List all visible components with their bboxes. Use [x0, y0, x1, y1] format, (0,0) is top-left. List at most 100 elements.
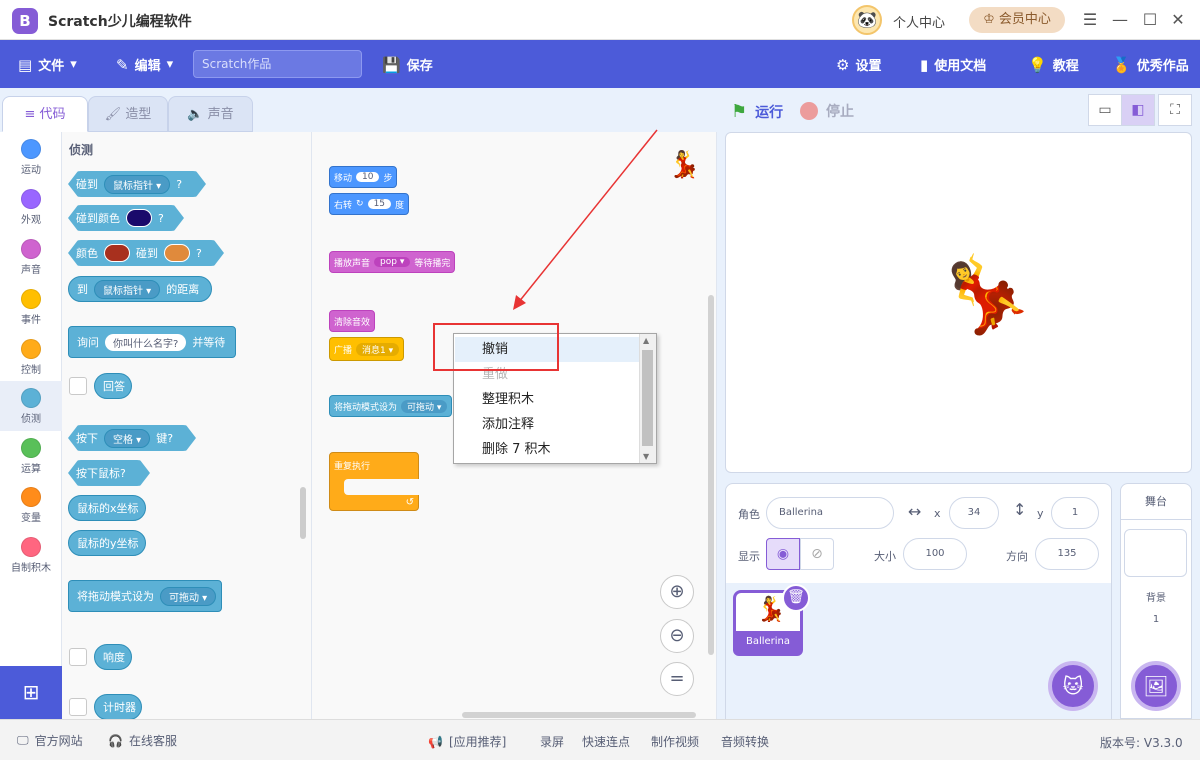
- run-button[interactable]: ⚑ 运行: [731, 101, 783, 122]
- workspace-vertical-scrollbar[interactable]: [708, 295, 714, 655]
- stage-thumbnail[interactable]: [1124, 529, 1187, 577]
- y-input[interactable]: 1: [1051, 497, 1099, 529]
- ask-input[interactable]: 你叫什么名字?: [105, 333, 187, 351]
- category-my-blocks[interactable]: 自制积木: [0, 530, 62, 580]
- category-looks[interactable]: 外观: [0, 182, 62, 232]
- link-screen-record[interactable]: 录屏: [540, 733, 564, 750]
- x-input[interactable]: 34: [949, 497, 999, 529]
- block-mouse-x[interactable]: 鼠标的x坐标: [68, 495, 146, 521]
- block-mouse-down[interactable]: 按下鼠标?: [68, 460, 150, 486]
- answer-checkbox[interactable]: [69, 377, 87, 395]
- tab-sounds[interactable]: 🔈 声音: [168, 96, 253, 132]
- category-sensing[interactable]: 侦测: [0, 381, 62, 431]
- timer-checkbox[interactable]: [69, 698, 87, 716]
- context-menu-clean-up[interactable]: 整理积木: [455, 387, 641, 412]
- user-avatar[interactable]: 🐼: [852, 5, 882, 35]
- sound-dropdown[interactable]: pop ▾: [374, 257, 411, 267]
- maximize-icon[interactable]: ☐: [1140, 10, 1160, 30]
- stage-canvas[interactable]: 💃: [725, 132, 1192, 473]
- settings-button[interactable]: ⚙ 设置: [836, 55, 881, 75]
- code-block-broadcast[interactable]: 广播 消息1 ▾: [329, 337, 405, 361]
- link-make-video[interactable]: 制作视频: [651, 733, 699, 750]
- fullscreen-button[interactable]: ⛶: [1158, 94, 1192, 126]
- block-set-drag-mode[interactable]: 将拖动模式设为 可拖动 ▾: [68, 580, 222, 612]
- block-color-touching-color[interactable]: 颜色 碰到?: [68, 240, 224, 266]
- code-block-move[interactable]: 移动 10 步: [329, 166, 398, 188]
- scroll-up-icon[interactable]: ▲: [643, 336, 649, 345]
- scroll-down-icon[interactable]: ▼: [643, 452, 649, 461]
- block-distance-to[interactable]: 到鼠标指针 ▾ 的距离: [68, 276, 212, 302]
- featured-button[interactable]: 🏅 优秀作品: [1112, 55, 1189, 75]
- hamburger-icon[interactable]: ☰: [1080, 10, 1100, 30]
- hide-sprite-button[interactable]: ⊘: [800, 538, 834, 570]
- add-extension-button[interactable]: ⊞: [0, 666, 62, 719]
- block-timer[interactable]: 计时器: [94, 694, 142, 720]
- official-website-link[interactable]: 🖵 官方网站: [17, 732, 83, 749]
- code-block-set-drag-mode[interactable]: 将拖动模式设为 可拖动 ▾: [329, 395, 453, 417]
- block-loudness[interactable]: 响度: [94, 644, 132, 670]
- color-swatch[interactable]: [164, 244, 190, 262]
- code-block-clear-effects[interactable]: 清除音效: [329, 310, 376, 332]
- online-support-link[interactable]: 🎧 在线客服: [108, 732, 177, 749]
- show-sprite-button[interactable]: ◉: [766, 538, 800, 570]
- context-menu-add-comment[interactable]: 添加注释: [455, 412, 641, 437]
- zoom-reset-button[interactable]: =: [660, 662, 694, 696]
- link-auto-clicker[interactable]: 快速连点: [582, 733, 630, 750]
- color-swatch[interactable]: [126, 209, 152, 227]
- stop-button[interactable]: 停止: [800, 101, 854, 121]
- broadcast-dropdown[interactable]: 消息1 ▾: [356, 342, 400, 356]
- category-control[interactable]: 控制: [0, 332, 62, 382]
- edit-menu[interactable]: ✎ 编辑 ▾: [116, 55, 173, 75]
- project-name-input[interactable]: Scratch作品: [193, 50, 362, 78]
- block-mouse-y[interactable]: 鼠标的y坐标: [68, 530, 146, 556]
- minimize-icon[interactable]: —: [1110, 10, 1130, 30]
- small-stage-button[interactable]: ▭: [1088, 94, 1122, 126]
- block-answer[interactable]: 回答: [94, 373, 132, 399]
- drag-mode-dropdown[interactable]: 可拖动 ▾: [401, 399, 448, 413]
- context-menu-scroll-thumb[interactable]: [642, 350, 653, 446]
- tab-costumes[interactable]: 🖌 造型: [88, 96, 168, 132]
- category-motion[interactable]: 运动: [0, 132, 62, 182]
- tutorial-button[interactable]: 💡 教程: [1028, 55, 1079, 75]
- palette-scrollbar[interactable]: [300, 487, 306, 539]
- code-block-forever[interactable]: 重复执行 ↺: [329, 452, 420, 511]
- category-variables[interactable]: 变量: [0, 480, 62, 530]
- loudness-checkbox[interactable]: [69, 648, 87, 666]
- block-ask-and-wait[interactable]: 询问 你叫什么名字? 并等待: [68, 326, 236, 358]
- move-steps-input[interactable]: 10: [356, 172, 380, 182]
- block-key-pressed[interactable]: 按下 空格 ▾ 键?: [68, 425, 196, 451]
- touching-dropdown[interactable]: 鼠标指针 ▾: [104, 175, 170, 194]
- category-sound[interactable]: 声音: [0, 232, 62, 282]
- add-sprite-button[interactable]: 🐱: [1048, 661, 1098, 711]
- color-swatch[interactable]: [104, 244, 130, 262]
- context-menu-delete-blocks[interactable]: 删除 7 积木: [455, 437, 641, 462]
- distance-dropdown[interactable]: 鼠标指针 ▾: [94, 279, 161, 299]
- docs-button[interactable]: ▮ 使用文档: [920, 55, 986, 75]
- normal-stage-button[interactable]: ◧: [1121, 94, 1155, 126]
- direction-input[interactable]: 135: [1035, 538, 1099, 570]
- key-dropdown[interactable]: 空格 ▾: [104, 429, 150, 448]
- workspace-horizontal-scrollbar[interactable]: [462, 712, 696, 718]
- category-events[interactable]: 事件: [0, 282, 62, 332]
- tab-code[interactable]: ≡ 代码: [2, 96, 88, 132]
- link-audio-convert[interactable]: 音频转换: [721, 733, 769, 750]
- block-touching[interactable]: 碰到 鼠标指针 ▾?: [68, 171, 206, 197]
- drag-mode-dropdown[interactable]: 可拖动 ▾: [160, 586, 217, 606]
- file-menu[interactable]: ▤ 文件 ▾: [18, 55, 77, 75]
- save-button[interactable]: 💾 保存: [382, 55, 433, 75]
- sprite-name-input[interactable]: Ballerina: [766, 497, 894, 529]
- size-input[interactable]: 100: [903, 538, 967, 570]
- zoom-in-button[interactable]: ⊕: [660, 575, 694, 609]
- delete-sprite-button[interactable]: 🗑: [782, 584, 810, 612]
- code-block-play-sound[interactable]: 播放声音 pop ▾ 等待播完: [329, 251, 456, 273]
- personal-center-link[interactable]: 个人中心: [893, 12, 945, 31]
- category-operators[interactable]: 运算: [0, 431, 62, 481]
- vip-center-button[interactable]: ♔ 会员中心: [969, 7, 1065, 33]
- code-block-turn[interactable]: 右转 ↻ 15 度: [329, 193, 410, 215]
- turn-degrees-input[interactable]: 15: [367, 199, 392, 209]
- ballerina-sprite[interactable]: 💃: [923, 235, 1040, 350]
- close-icon[interactable]: ✕: [1168, 10, 1188, 30]
- zoom-out-button[interactable]: ⊖: [660, 619, 694, 653]
- block-touching-color[interactable]: 碰到颜色?: [68, 205, 184, 231]
- add-backdrop-button[interactable]: 🖼: [1131, 661, 1181, 711]
